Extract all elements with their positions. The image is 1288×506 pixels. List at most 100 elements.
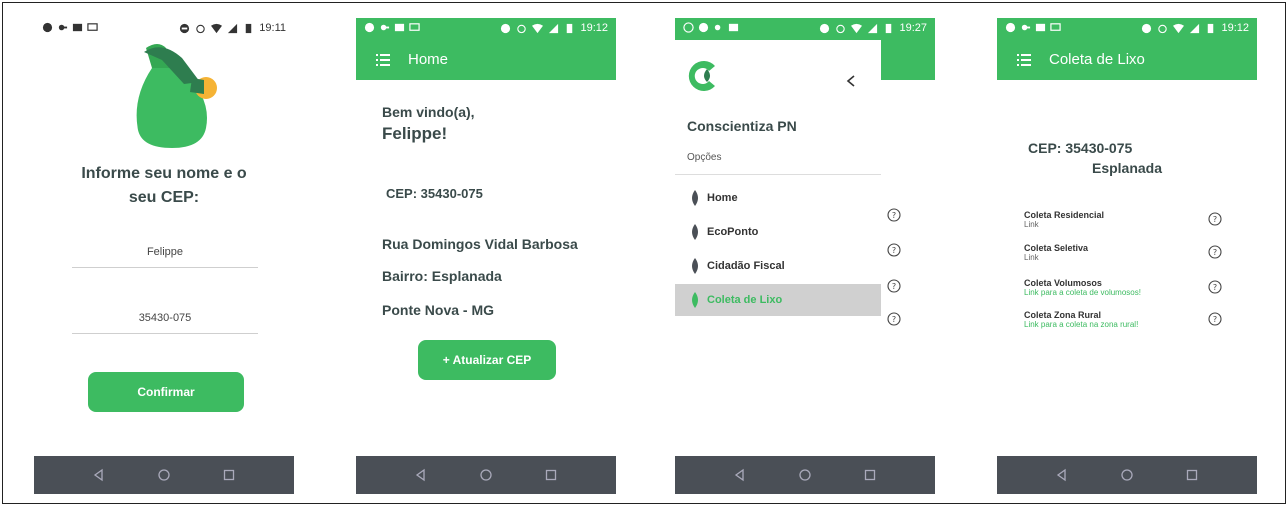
leaf-icon	[692, 224, 698, 240]
battery-icon	[567, 23, 573, 33]
update-cep-button[interactable]: + Atualizar CEP	[418, 340, 556, 380]
svg-text:?: ?	[892, 246, 896, 255]
dnd-icon	[180, 23, 190, 33]
help-icon[interactable]: ?	[887, 243, 901, 257]
status-time: 19:27	[899, 22, 927, 34]
recents-nav-icon[interactable]	[863, 468, 877, 482]
app-notification-icon	[1005, 22, 1016, 33]
drawer-item-ecoponto[interactable]: EcoPonto	[675, 216, 881, 248]
app-notification-icon	[364, 22, 375, 33]
recents-nav-icon[interactable]	[222, 468, 236, 482]
status-bar: 19:12	[356, 18, 616, 40]
home-nav-icon[interactable]	[1120, 468, 1134, 482]
help-icon[interactable]: ?	[887, 208, 901, 222]
wifi-icon	[1173, 23, 1185, 33]
help-icon[interactable]: ?	[1208, 245, 1222, 259]
drawer-item-coleta-de-lixo[interactable]: Coleta de Lixo	[675, 284, 881, 316]
city-label: Ponte Nova - MG	[382, 302, 495, 318]
prompt-line-1: Informe seu nome e o	[81, 165, 247, 182]
back-nav-icon[interactable]	[1055, 468, 1069, 482]
app-bar: 19:12 Coleta de Lixo	[997, 18, 1257, 80]
sync-icon	[714, 24, 721, 31]
help-icon[interactable]: ?	[1208, 212, 1222, 226]
image-icon	[394, 23, 405, 32]
svg-text:?: ?	[1213, 248, 1217, 257]
image-icon	[72, 23, 83, 32]
leaf-icon	[692, 190, 698, 206]
cast-icon	[1050, 23, 1061, 31]
alarm-icon	[517, 24, 527, 33]
home-nav-icon[interactable]	[157, 468, 171, 482]
battery-icon	[246, 23, 252, 33]
back-nav-icon[interactable]	[414, 468, 428, 482]
help-icon[interactable]: ?	[887, 279, 901, 293]
drawer-item-label: Home	[707, 192, 738, 204]
list-item[interactable]: Coleta Volumosos Link para a coleta de v…	[1024, 278, 1244, 306]
svg-text:?: ?	[1213, 315, 1217, 324]
leaf-icon	[692, 292, 698, 308]
welcome-line-1: Bem vindo(a),	[382, 104, 475, 120]
dnd-icon	[501, 23, 511, 33]
drawer-item-label: Coleta de Lixo	[707, 294, 783, 306]
recents-nav-icon[interactable]	[1185, 468, 1199, 482]
screen-onboarding: 19:11 Informe seu nome e o seu CEP: Feli…	[34, 18, 294, 494]
app-bar-title: Coleta de Lixo	[1049, 51, 1145, 68]
status-time: 19:12	[580, 22, 608, 34]
app-logo	[688, 61, 715, 91]
confirm-button[interactable]: Confirmar	[88, 372, 244, 412]
dnd-icon	[1142, 23, 1152, 33]
cep-field[interactable]: 35430-075	[72, 306, 258, 334]
android-nav-bar	[356, 456, 616, 494]
list-item[interactable]: Coleta Seletiva Link ?	[1024, 243, 1244, 271]
help-icon[interactable]: ?	[887, 312, 901, 326]
list-item[interactable]: Coleta Residencial Link ?	[1024, 210, 1244, 238]
cep-field-value: 35430-075	[138, 312, 192, 324]
confirm-button-label: Confirmar	[137, 385, 195, 399]
app-notification-icon	[698, 22, 709, 33]
signal-icon	[868, 23, 878, 33]
svg-text:?: ?	[892, 315, 896, 324]
wifi-icon	[851, 23, 863, 33]
wifi-icon	[211, 23, 223, 33]
drawer-divider	[675, 174, 881, 175]
list-item[interactable]: Coleta Zona Rural Link para a coleta na …	[1024, 310, 1244, 338]
back-nav-icon[interactable]	[733, 468, 747, 482]
help-icon[interactable]: ?	[1208, 312, 1222, 326]
screen-coleta-de-lixo: 19:12 Coleta de Lixo CEP: 35430-075 Espl…	[997, 18, 1257, 494]
name-field[interactable]: Felippe	[72, 240, 258, 268]
prompt-text: Informe seu nome e o seu CEP:	[34, 162, 294, 210]
signal-icon	[228, 23, 238, 33]
status-time: 19:11	[259, 22, 286, 34]
status-bar: 19:11	[34, 18, 294, 40]
alarm-icon	[1158, 24, 1168, 33]
help-icon[interactable]: ?	[1208, 280, 1222, 294]
status-bar: 19:27	[675, 18, 935, 40]
wifi-icon	[532, 23, 544, 33]
neighborhood-label: Bairro: Esplanada	[382, 268, 502, 284]
signal-icon	[549, 23, 559, 33]
prompt-line-2: seu CEP:	[128, 189, 200, 206]
cast-icon	[409, 23, 420, 31]
app-bar: 19:12 Home	[356, 18, 616, 80]
update-cep-button-label: + Atualizar CEP	[442, 353, 532, 367]
leaf-icon	[692, 258, 698, 274]
drawer-options-label: Opções	[687, 152, 722, 163]
status-time: 19:12	[1221, 22, 1249, 34]
home-nav-icon[interactable]	[479, 468, 493, 482]
drawer-item-cidadao-fiscal[interactable]: Cidadão Fiscal	[675, 250, 881, 282]
drawer-item-home[interactable]: Home	[675, 182, 881, 214]
image-icon	[728, 23, 739, 32]
menu-icon[interactable]	[376, 53, 390, 67]
sync-icon	[1021, 24, 1031, 31]
image-icon	[1035, 23, 1046, 32]
app-notification-icon	[42, 22, 53, 33]
recents-nav-icon[interactable]	[544, 468, 558, 482]
close-drawer-icon[interactable]	[845, 74, 857, 88]
alarm-icon	[196, 24, 205, 33]
whatsapp-icon	[683, 22, 694, 33]
menu-icon[interactable]	[1017, 53, 1031, 67]
trash-bag-illustration	[136, 44, 217, 148]
home-nav-icon[interactable]	[798, 468, 812, 482]
back-nav-icon[interactable]	[92, 468, 106, 482]
battery-icon	[886, 23, 892, 33]
